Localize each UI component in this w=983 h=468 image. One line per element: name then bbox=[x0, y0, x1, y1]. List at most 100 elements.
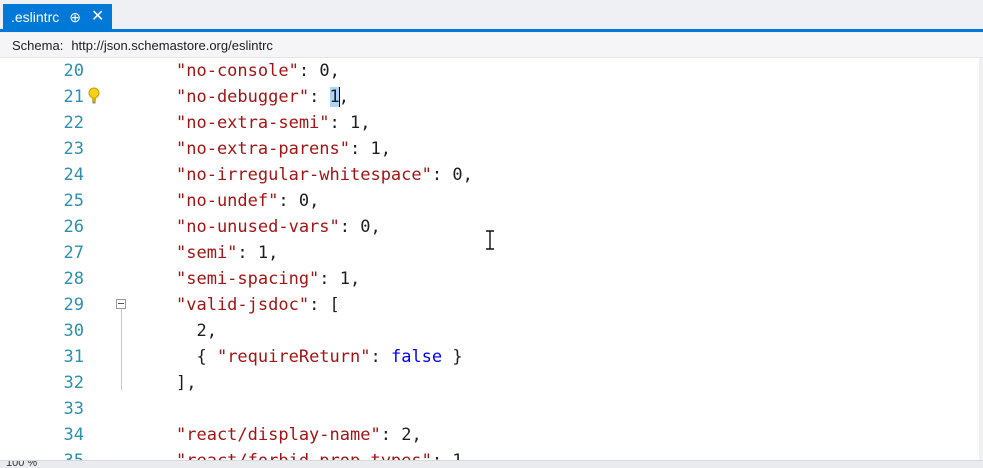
code-punct: : bbox=[278, 191, 299, 211]
tab-title: .eslintrc bbox=[11, 9, 60, 25]
json-value: 0 bbox=[298, 191, 310, 211]
schema-label: Schema: bbox=[12, 37, 64, 53]
line-number: 32 bbox=[63, 373, 84, 393]
json-key: "no-extra-semi" bbox=[176, 113, 330, 133]
json-key: "react/forbid-prop-types" bbox=[176, 451, 432, 460]
json-value: 1 bbox=[452, 451, 462, 460]
json-key: "no-irregular-whitespace" bbox=[176, 165, 432, 185]
schema-bar: Schema: http://json.schemastore.org/esli… bbox=[0, 33, 983, 58]
code-text: "no-debugger": 1, bbox=[176, 84, 349, 110]
code-line[interactable]: 28 "semi-spacing": 1, bbox=[0, 266, 983, 292]
code-line[interactable]: 29 "valid-jsdoc": [ bbox=[0, 292, 983, 318]
code-punct: : bbox=[339, 217, 361, 237]
json-key: "semi" bbox=[176, 243, 238, 263]
code-punct: , bbox=[360, 113, 371, 133]
code-text: ], bbox=[176, 370, 197, 396]
json-key: "no-debugger" bbox=[176, 87, 310, 107]
json-value: 1 bbox=[339, 269, 351, 289]
collapse-toggle-icon[interactable] bbox=[116, 299, 126, 309]
code-punct: : bbox=[432, 451, 452, 460]
line-number: 34 bbox=[63, 425, 84, 445]
code-punct: , bbox=[350, 269, 361, 289]
code-text: "no-extra-parens": 1, bbox=[176, 136, 391, 162]
code-punct: : bbox=[319, 269, 340, 289]
json-key: "react/display-name" bbox=[176, 425, 381, 445]
code-punct: : bbox=[380, 425, 402, 445]
code-line[interactable]: 27 "semi": 1, bbox=[0, 240, 983, 266]
line-number: 31 bbox=[63, 347, 84, 367]
json-keyword: false bbox=[390, 347, 443, 367]
schema-url-input[interactable]: http://json.schemastore.org/eslintrc bbox=[71, 38, 273, 53]
code-line[interactable]: 30 2, bbox=[0, 318, 983, 344]
editor-window: .eslintrc ⊕ ✕ Schema: http://json.schema… bbox=[0, 0, 983, 468]
pin-icon[interactable]: ⊕ bbox=[69, 10, 81, 24]
tab-eslintrc[interactable]: .eslintrc ⊕ ✕ bbox=[3, 4, 113, 30]
code-line[interactable]: 35 "react/forbid-prop-types": 1 bbox=[0, 448, 983, 460]
json-value: 2 bbox=[196, 321, 207, 341]
code-punct: : bbox=[309, 87, 330, 107]
line-number: 20 bbox=[63, 61, 84, 81]
line-number: 29 bbox=[63, 295, 84, 315]
json-key: "no-undef" bbox=[176, 191, 279, 211]
line-number: 30 bbox=[63, 321, 84, 341]
line-number: 27 bbox=[63, 243, 84, 263]
code-punct: , bbox=[411, 425, 422, 445]
json-key: "no-unused-vars" bbox=[176, 217, 340, 237]
line-number: 35 bbox=[40, 448, 84, 460]
json-value: 0 bbox=[319, 61, 330, 81]
code-punct: } bbox=[442, 347, 463, 367]
code-punct: , bbox=[338, 87, 350, 107]
code-punct: , bbox=[462, 165, 473, 185]
json-key: "no-console" bbox=[176, 61, 299, 81]
line-number: 24 bbox=[63, 165, 84, 185]
json-key: "semi-spacing" bbox=[176, 269, 320, 289]
line-number: 28 bbox=[63, 269, 84, 289]
vertical-scrollbar[interactable] bbox=[979, 58, 983, 460]
code-punct: , bbox=[309, 191, 320, 211]
code-punct: : bbox=[370, 347, 391, 367]
code-line[interactable]: 20 "no-console": 0, bbox=[0, 58, 983, 84]
line-number: 21 bbox=[63, 87, 84, 107]
line-number: 23 bbox=[63, 139, 84, 159]
json-value: ] bbox=[176, 373, 187, 393]
code-line[interactable]: 34 "react/display-name": 2, bbox=[0, 422, 983, 448]
code-line[interactable]: 26 "no-unused-vars": 0, bbox=[0, 214, 983, 240]
lightbulb-icon[interactable] bbox=[88, 87, 100, 105]
code-line[interactable]: 31 { "requireReturn": false } bbox=[0, 344, 983, 370]
line-number: 26 bbox=[63, 217, 84, 237]
code-punct: : bbox=[237, 243, 258, 263]
code-punct: , bbox=[186, 373, 197, 393]
code-text: "no-extra-semi": 1, bbox=[176, 110, 371, 136]
code-punct: : bbox=[329, 113, 351, 133]
code-line[interactable]: 33 bbox=[0, 396, 983, 422]
code-punct: { bbox=[176, 347, 217, 367]
code-punct: : bbox=[309, 295, 330, 315]
code-punct: : bbox=[350, 139, 371, 159]
code-punct: , bbox=[206, 321, 217, 341]
code-text: 2, bbox=[176, 318, 217, 344]
code-text: "semi": 1, bbox=[176, 240, 278, 266]
close-icon[interactable]: ✕ bbox=[91, 9, 104, 25]
code-punct: : bbox=[298, 61, 320, 81]
json-value: 0 bbox=[452, 165, 463, 185]
code-line[interactable]: 25 "no-undef": 0, bbox=[0, 188, 983, 214]
code-punct: , bbox=[380, 139, 391, 159]
code-punct: , bbox=[370, 217, 381, 237]
code-line[interactable]: 21 "no-debugger": 1, bbox=[0, 84, 983, 110]
code-line[interactable]: 23 "no-extra-parens": 1, bbox=[0, 136, 983, 162]
tab-accent-bar bbox=[0, 29, 983, 32]
code-line[interactable]: 22 "no-extra-semi": 1, bbox=[0, 110, 983, 136]
code-text: "no-undef": 0, bbox=[176, 188, 319, 214]
status-bar: 100 % bbox=[0, 460, 983, 468]
code-text: "react/forbid-prop-types": 1 bbox=[176, 448, 463, 460]
zoom-level[interactable]: 100 % bbox=[6, 461, 37, 468]
json-value: 2 bbox=[401, 425, 412, 445]
line-number: 25 bbox=[63, 191, 84, 211]
json-value: 1 bbox=[350, 113, 361, 133]
code-text: "no-console": 0, bbox=[176, 58, 340, 84]
code-editor[interactable]: 20 "no-console": 0, 21 "no-debugger": 1, 22 "… bbox=[0, 58, 983, 460]
json-value: 1 bbox=[257, 243, 269, 263]
json-value: 0 bbox=[360, 217, 371, 237]
code-line[interactable]: 24 "no-irregular-whitespace": 0, bbox=[0, 162, 983, 188]
code-line[interactable]: 32], bbox=[0, 370, 983, 396]
